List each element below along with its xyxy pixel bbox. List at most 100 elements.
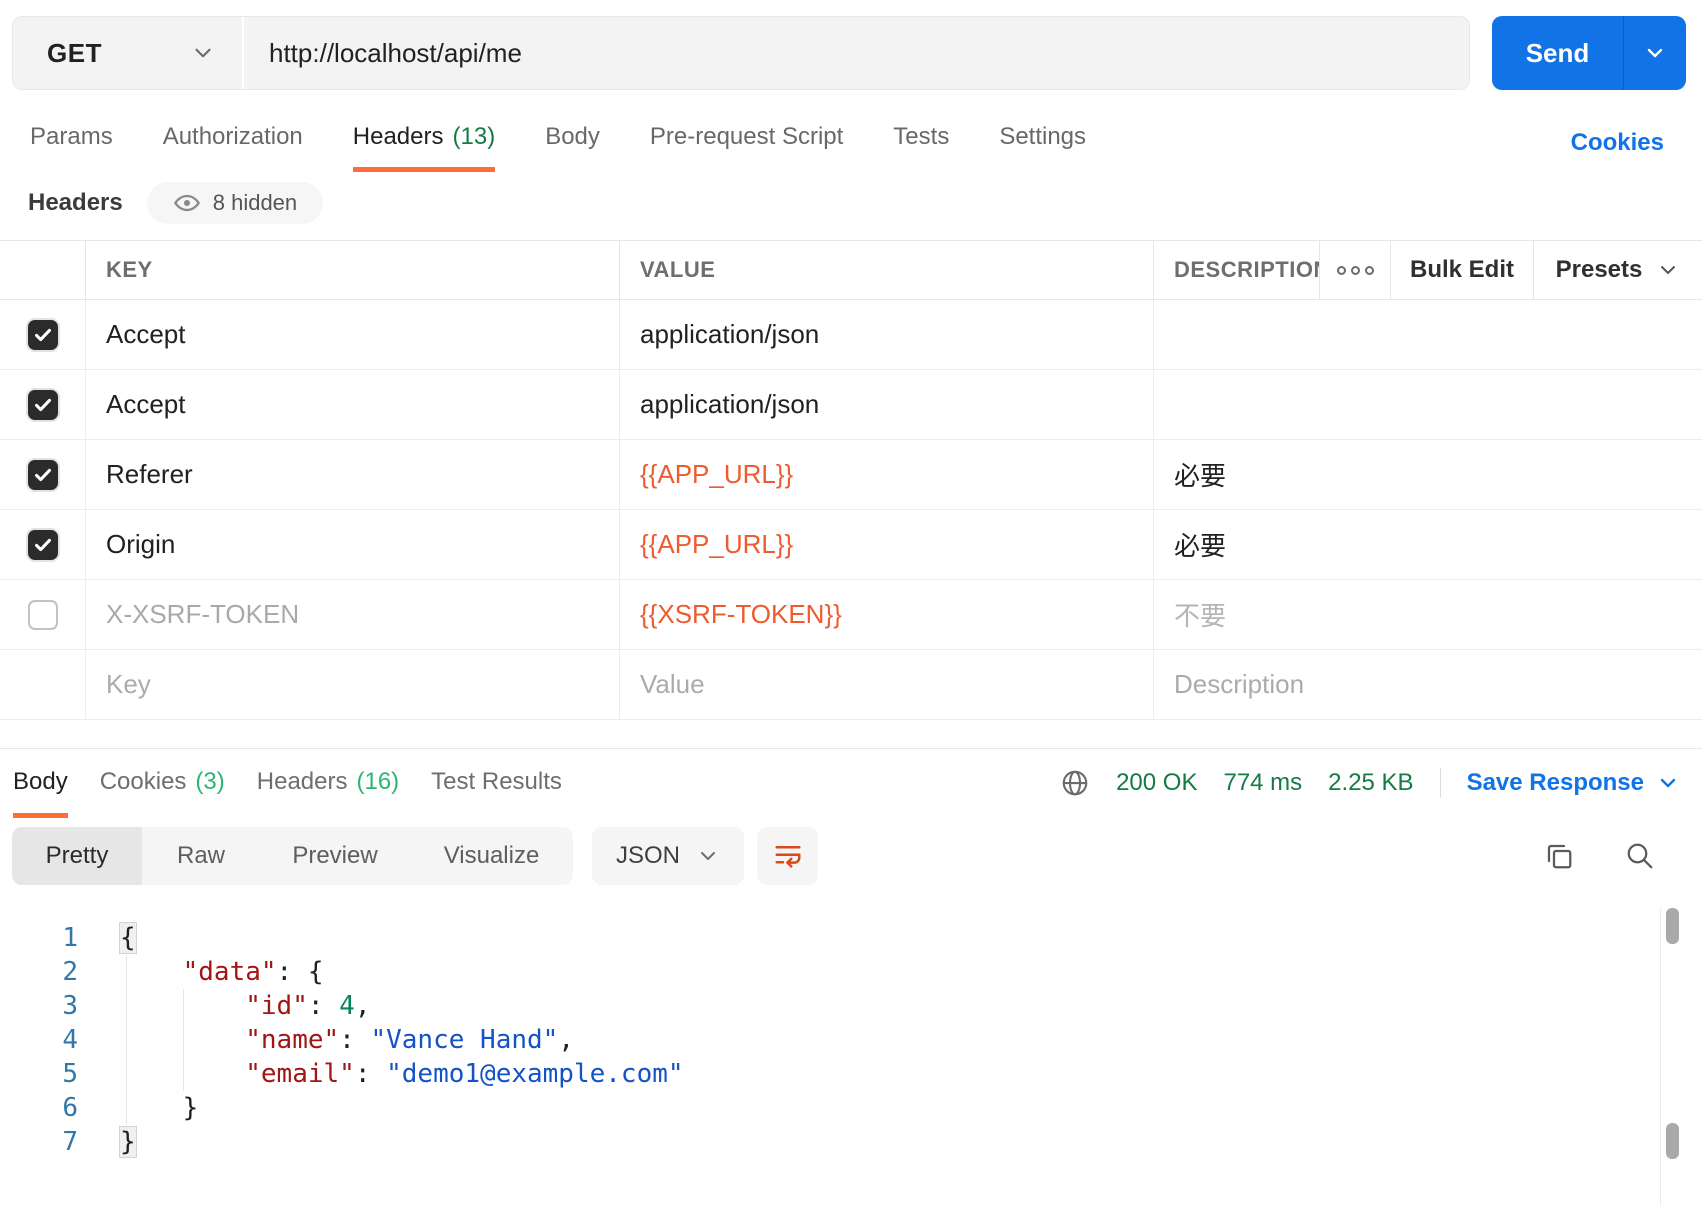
- hidden-headers-toggle[interactable]: 8 hidden: [146, 182, 324, 224]
- code-line: 6 }: [0, 1091, 1650, 1125]
- copy-button[interactable]: [1538, 835, 1580, 877]
- request-tabs: Params Authorization Headers (13) Body Pr…: [30, 116, 1086, 172]
- header-row: Accept application/json: [0, 300, 1702, 370]
- search-icon: [1627, 843, 1653, 869]
- header-value-cell[interactable]: application/json: [640, 319, 819, 350]
- header-key-cell[interactable]: Origin: [106, 529, 175, 560]
- header-row: Accept application/json: [0, 370, 1702, 440]
- scrollbar-track: [1660, 908, 1661, 1206]
- check-icon: [34, 398, 51, 411]
- row-checkbox[interactable]: [27, 529, 58, 560]
- headers-subbar: Headers 8 hidden: [28, 182, 324, 224]
- line-number: 5: [62, 1059, 78, 1089]
- save-response-button[interactable]: Save Response: [1467, 769, 1680, 797]
- send-button-group: Send: [1492, 16, 1686, 90]
- header-key-cell[interactable]: Referer: [106, 459, 193, 490]
- response-meta: 200 OK 774 ms 2.25 KB Save Response: [1060, 756, 1680, 810]
- value-placeholder[interactable]: Value: [640, 669, 705, 700]
- search-button[interactable]: [1619, 835, 1661, 877]
- send-button[interactable]: Send: [1492, 16, 1623, 90]
- response-time: 774 ms: [1223, 769, 1303, 796]
- row-checkbox[interactable]: [27, 319, 58, 350]
- cookies-link[interactable]: Cookies: [1571, 129, 1664, 157]
- scrollbar-thumb[interactable]: [1666, 908, 1679, 944]
- column-description: DESCRIPTION: [1174, 257, 1319, 282]
- header-description-cell[interactable]: 必要: [1174, 456, 1226, 493]
- chevron-down-icon: [1660, 778, 1676, 788]
- header-key-cell[interactable]: X-XSRF-TOKEN: [106, 599, 299, 630]
- check-icon: [34, 328, 51, 341]
- wrap-lines-button[interactable]: [757, 827, 818, 885]
- code-line: 2 "data": {: [0, 955, 1650, 989]
- response-size: 2.25 KB: [1328, 769, 1414, 796]
- code-line: 1{: [0, 921, 1650, 955]
- postman-app: GET http://localhost/api/me Send Params …: [0, 0, 1702, 1206]
- view-visualize[interactable]: Visualize: [410, 827, 573, 885]
- url-input[interactable]: http://localhost/api/me: [244, 17, 1469, 89]
- header-row: X-XSRF-TOKEN {{XSRF-TOKEN}} 不要: [0, 580, 1702, 650]
- column-options-button[interactable]: [1319, 241, 1390, 299]
- header-description-cell[interactable]: 不要: [1174, 596, 1226, 633]
- view-pretty[interactable]: Pretty: [12, 827, 142, 885]
- row-checkbox[interactable]: [27, 599, 58, 630]
- header-value-cell[interactable]: {{XSRF-TOKEN}}: [640, 599, 842, 630]
- url-value: http://localhost/api/me: [269, 37, 522, 68]
- scrollbar-thumb[interactable]: [1666, 1123, 1679, 1159]
- presets-button[interactable]: Presets: [1533, 241, 1702, 299]
- tab-tests[interactable]: Tests: [893, 116, 949, 172]
- method-label: GET: [47, 37, 102, 68]
- eye-icon: [173, 194, 200, 212]
- check-icon: [34, 538, 51, 551]
- tab-body[interactable]: Body: [545, 116, 600, 172]
- response-tab-test-results[interactable]: Test Results: [431, 756, 562, 818]
- header-key-cell[interactable]: Accept: [106, 389, 186, 420]
- code-line: 7}: [0, 1125, 1650, 1159]
- globe-icon[interactable]: [1060, 768, 1090, 798]
- header-value-cell[interactable]: {{APP_URL}}: [640, 459, 793, 490]
- row-checkbox[interactable]: [27, 389, 58, 420]
- code-lines: 1{2 "data": {3 "id": 4, 4 "name": "Vance …: [0, 921, 1650, 1159]
- view-mode-switcher: Pretty Raw Preview Visualize: [12, 827, 573, 885]
- header-description-cell[interactable]: 必要: [1174, 526, 1226, 563]
- response-tab-body[interactable]: Body: [13, 756, 68, 818]
- code-editor: 1{2 "data": {3 "id": 4, 4 "name": "Vance …: [0, 921, 1650, 1159]
- view-raw[interactable]: Raw: [142, 827, 260, 885]
- view-preview[interactable]: Preview: [260, 827, 410, 885]
- line-number: 3: [62, 991, 78, 1021]
- chevron-down-icon: [1647, 48, 1663, 58]
- chevron-down-icon: [1661, 266, 1676, 274]
- code-line: 5 "email": "demo1@example.com": [0, 1057, 1650, 1091]
- line-number: 2: [62, 957, 78, 987]
- response-tab-headers[interactable]: Headers (16): [257, 756, 399, 818]
- format-select[interactable]: JSON: [592, 827, 744, 885]
- chevron-down-icon: [195, 48, 211, 58]
- header-row: Referer {{APP_URL}} 必要: [0, 440, 1702, 510]
- divider: [1439, 768, 1441, 798]
- tab-settings[interactable]: Settings: [999, 116, 1086, 172]
- response-tab-cookies[interactable]: Cookies (3): [100, 756, 225, 818]
- header-value-cell[interactable]: application/json: [640, 389, 819, 420]
- tab-pre-request-script[interactable]: Pre-request Script: [650, 116, 843, 172]
- tab-params[interactable]: Params: [30, 116, 113, 172]
- description-placeholder[interactable]: Description: [1174, 669, 1304, 700]
- section-divider: [0, 748, 1702, 749]
- headers-table-header: KEY VALUE DESCRIPTION Bulk Edit Presets: [0, 240, 1702, 300]
- bulk-edit-button[interactable]: Bulk Edit: [1390, 241, 1533, 299]
- code-line: 3 "id": 4,: [0, 989, 1650, 1023]
- wrap-lines-icon: [775, 846, 800, 868]
- header-key-cell[interactable]: Accept: [106, 319, 186, 350]
- key-placeholder[interactable]: Key: [106, 669, 151, 700]
- line-number: 7: [62, 1127, 78, 1157]
- hidden-headers-label: 8 hidden: [212, 190, 298, 215]
- method-select[interactable]: GET: [13, 17, 244, 89]
- header-value-cell[interactable]: {{APP_URL}}: [640, 529, 793, 560]
- column-key: KEY: [106, 257, 153, 282]
- headers-table: KEY VALUE DESCRIPTION Bulk Edit Presets …: [0, 240, 1702, 720]
- tab-authorization[interactable]: Authorization: [163, 116, 303, 172]
- code-line: 4 "name": "Vance Hand",: [0, 1023, 1650, 1057]
- tab-headers[interactable]: Headers (13): [352, 116, 496, 172]
- chevron-down-icon: [701, 852, 715, 860]
- line-number: 6: [62, 1093, 78, 1123]
- row-checkbox[interactable]: [27, 459, 58, 490]
- send-options-button[interactable]: [1623, 16, 1686, 90]
